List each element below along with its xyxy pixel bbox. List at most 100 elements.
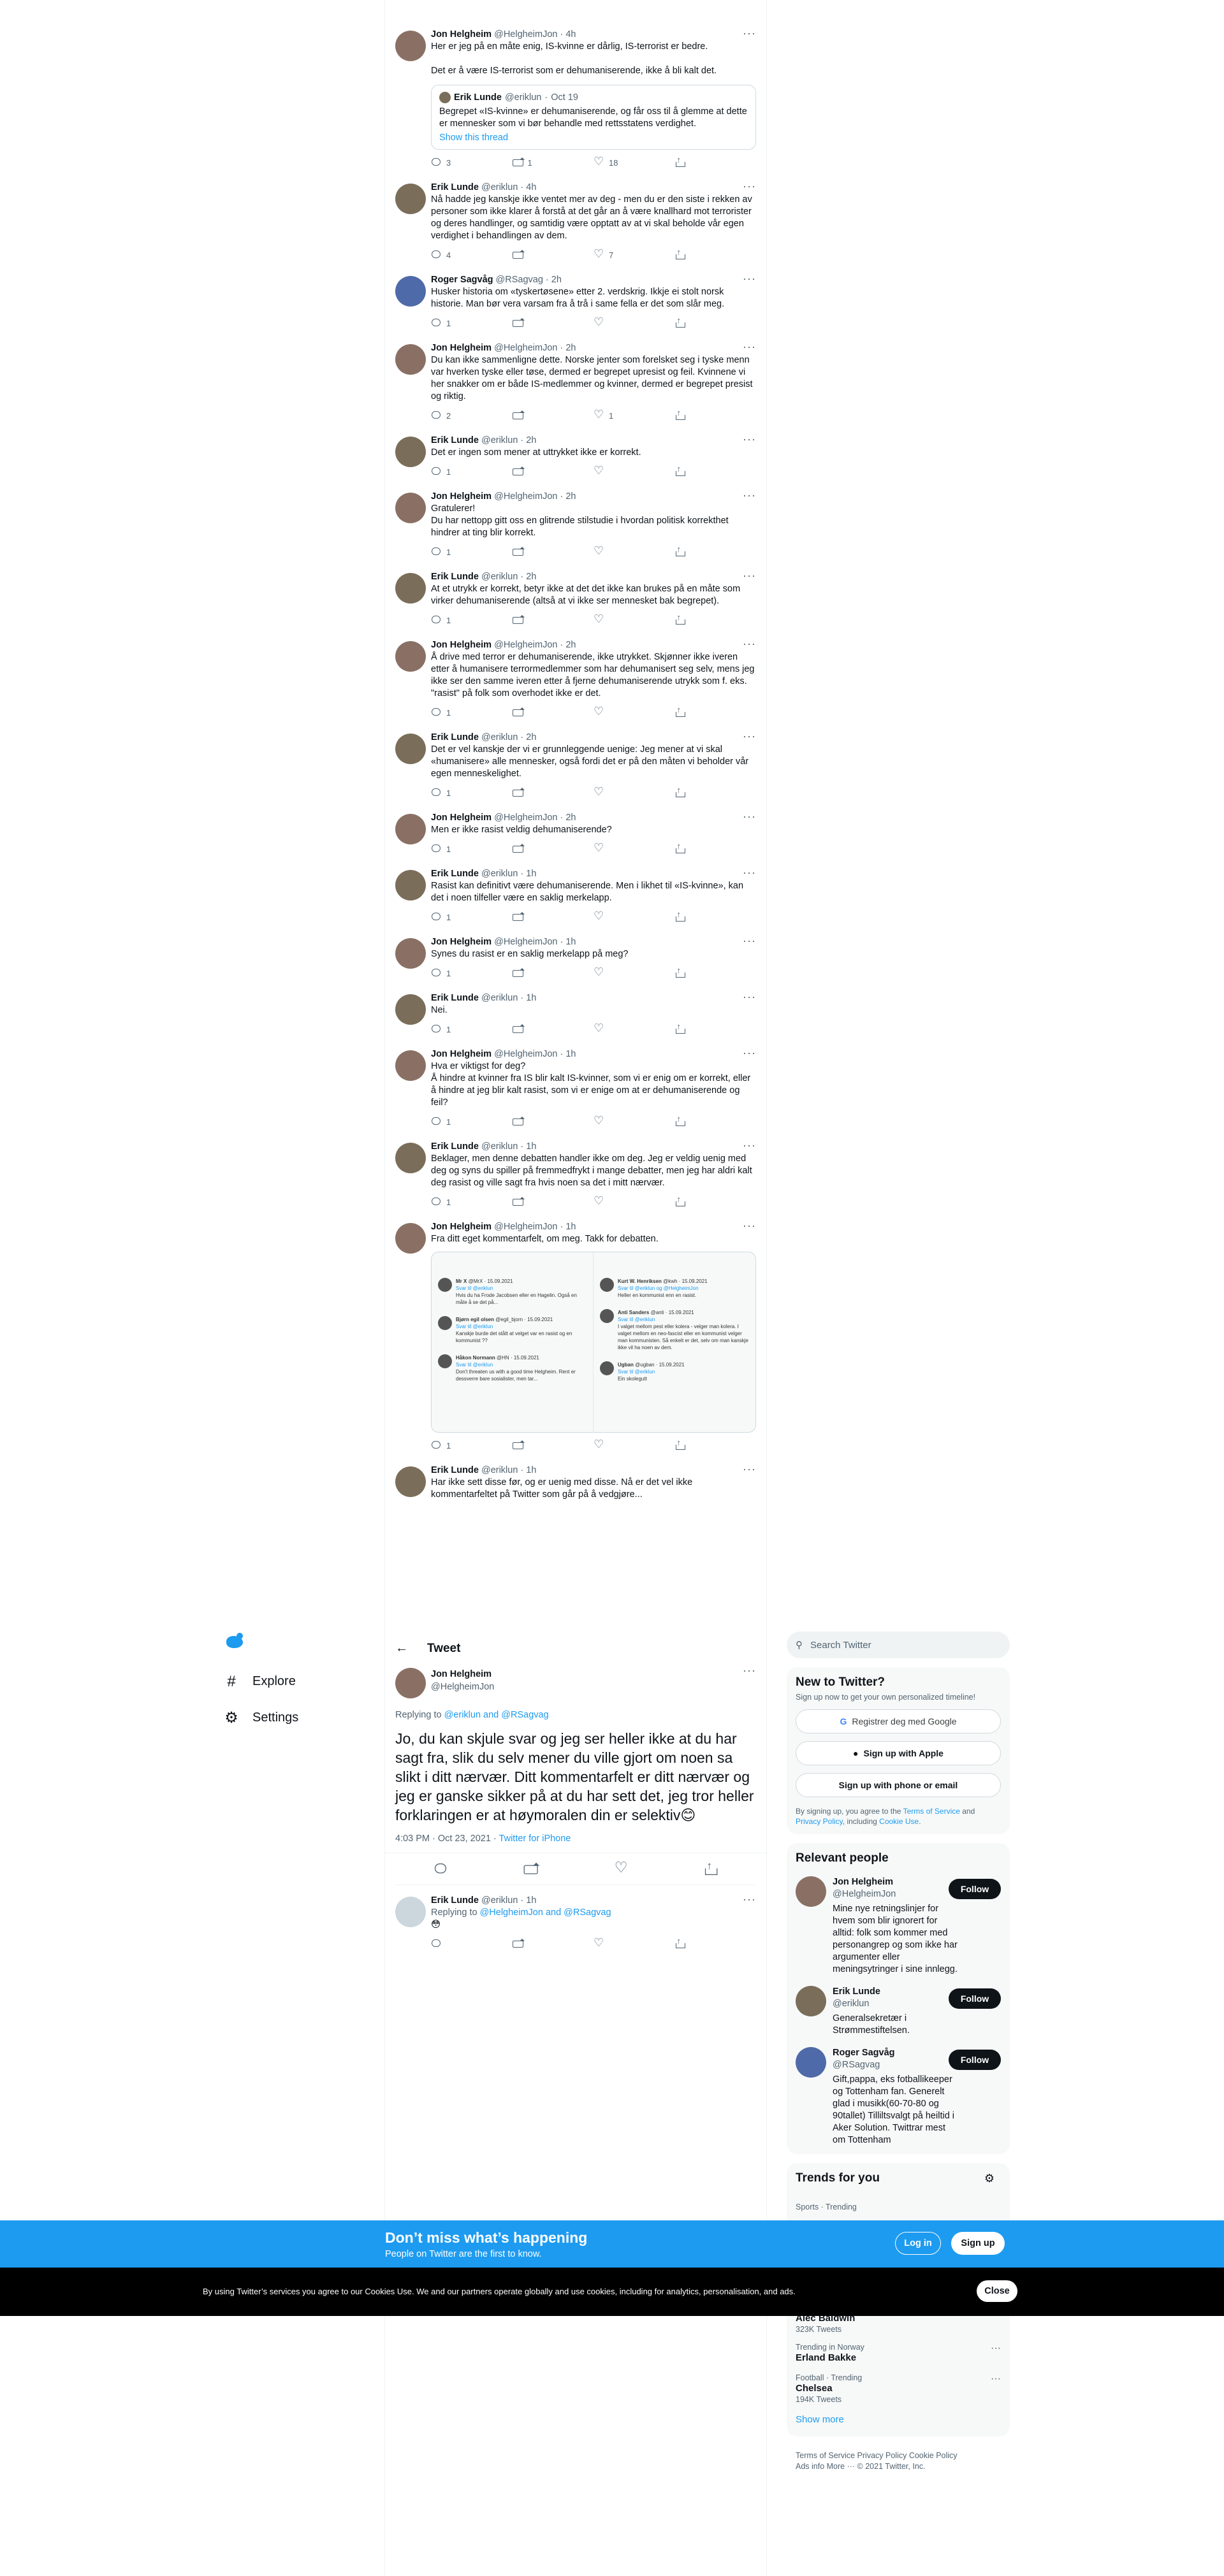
action-retweet[interactable] [512,707,594,718]
action-reply[interactable]: 3 [431,157,513,168]
retweet-icon[interactable] [512,1117,525,1127]
tweet[interactable]: ··· Jon Helgheim @HelgheimJon · 1h Synes d… [385,935,766,980]
like-icon[interactable] [594,465,604,477]
like-icon[interactable] [614,1860,627,1876]
share-icon[interactable] [675,464,685,477]
action-share[interactable] [675,464,757,477]
share-icon[interactable] [675,705,685,718]
action-reply[interactable]: 1 [431,547,513,557]
reply-icon[interactable] [431,157,441,168]
like-icon[interactable] [594,1115,604,1127]
share-icon[interactable] [704,1859,718,1876]
action-retweet[interactable] [512,844,594,854]
more-options-icon[interactable]: ··· [743,1893,756,1905]
action-retweet[interactable] [512,1024,594,1034]
reply-icon[interactable] [431,707,441,718]
avatar[interactable] [395,31,426,61]
like-icon[interactable] [594,1937,604,1950]
reply-icon[interactable] [431,615,441,625]
action-share[interactable] [675,315,757,328]
action-like[interactable] [594,786,675,799]
avatar[interactable] [395,734,426,764]
more-options-icon[interactable]: ··· [743,1220,756,1231]
trend-item[interactable]: Football · Trending Chelsea 194K Tweets ··· [796,2373,1001,2404]
action-retweet[interactable] [512,615,594,625]
action-share[interactable] [675,966,757,978]
reply-icon[interactable] [431,318,441,328]
like-icon[interactable] [594,1438,604,1451]
reply-icon[interactable] [431,467,441,477]
like-icon[interactable] [594,156,604,168]
avatar[interactable] [395,1143,426,1173]
reply-tweet[interactable]: ··· Erik Lunde @eriklun · 1h Replying to… [385,1893,766,1950]
action-like[interactable] [594,1195,675,1208]
more-options-icon[interactable]: ··· [743,180,756,192]
retweet-icon[interactable] [512,157,525,168]
login-button[interactable]: Log in [895,2232,941,2255]
avatar[interactable] [395,437,426,467]
terms-link[interactable]: Terms of Service [903,1807,960,1816]
retweet-icon[interactable] [512,547,525,557]
action-like[interactable] [594,966,675,979]
retweet-icon[interactable] [512,788,525,798]
reply-icon[interactable] [431,547,441,557]
action-retweet[interactable] [512,912,594,922]
avatar[interactable] [395,1897,426,1927]
retweet-icon[interactable] [512,410,525,421]
avatar[interactable] [395,1466,426,1497]
action-reply[interactable]: 1 [431,968,513,978]
action-reply[interactable]: 2 [431,410,513,421]
action-like[interactable] [594,316,675,329]
like-icon[interactable] [594,910,604,923]
reply-icon[interactable] [431,844,441,854]
share-icon[interactable] [675,315,685,328]
more-options-icon[interactable]: ··· [743,1140,756,1151]
tweet[interactable]: ··· Jon Helgheim @HelgheimJon · 4h Her er … [385,27,766,169]
cookie-close-button[interactable]: Close [977,2280,1017,2302]
more-options-icon[interactable]: ··· [743,273,756,284]
share-icon[interactable] [675,408,685,421]
tweet[interactable]: ··· Jon Helgheim @HelgheimJon · 2h Å drive… [385,638,766,719]
action-retweet[interactable] [512,410,594,421]
more-options-icon[interactable]: ··· [743,341,756,352]
action-share[interactable] [675,1022,757,1034]
avatar[interactable] [796,1876,826,1907]
action-reply[interactable]: 1 [431,707,513,718]
attached-screenshot[interactable]: Mr X @MrX · 15.09.2021 Svar til @eriklun H… [431,1252,756,1433]
tweet[interactable]: ··· Jon Helgheim @HelgheimJon · 1h Fra dit… [385,1220,766,1452]
more-options-icon[interactable]: ··· [743,638,756,649]
tweet[interactable]: ··· Erik Lunde @eriklun · 2h Det er ingen … [385,433,766,478]
avatar[interactable] [395,814,426,844]
action-reply[interactable]: 1 [431,1197,513,1207]
gear-icon[interactable]: ⚙ [984,2171,994,2186]
retweet-icon[interactable] [512,968,525,978]
tweet[interactable]: ··· Jon Helgheim @HelgheimJon · 2h Du kan … [385,341,766,422]
avatar[interactable] [395,184,426,214]
reply-icon[interactable] [431,788,441,798]
tweet[interactable]: ··· Jon Helgheim @HelgheimJon · 1h Hva er … [385,1047,766,1128]
back-arrow-icon[interactable]: ← [395,1641,408,1656]
tweet[interactable]: ··· Erik Lunde @eriklun · 1h Rasist kan de… [385,867,766,923]
share-icon[interactable] [675,247,685,260]
action-like[interactable]: 7 [594,248,675,261]
reply-icon[interactable] [431,1197,441,1207]
tweet[interactable]: ··· Erik Lunde @eriklun · 1h Har ikke sett… [385,1463,766,1501]
search-input[interactable]: ⚲ Search Twitter [787,1632,1010,1658]
retweet-icon[interactable] [512,467,525,477]
action-share[interactable] [675,1114,757,1127]
signup-button[interactable]: Sign up [951,2232,1005,2255]
reply-icon[interactable] [431,1024,441,1034]
reply-icon[interactable] [431,250,441,260]
tweet-source-link[interactable]: Twitter for iPhone [499,1834,571,1844]
relevant-person[interactable]: Erik Lunde @eriklun Generalsekretær i Strø… [796,1986,1001,2037]
show-thread-link[interactable]: Show this thread [439,133,748,143]
action-like[interactable] [594,1115,675,1127]
action-reply[interactable]: 1 [431,615,513,625]
more-options-icon[interactable]: ··· [743,1665,756,1676]
nav-explore[interactable]: # Explore [223,1663,298,1700]
like-icon[interactable] [594,706,604,718]
action-like[interactable] [594,910,675,923]
action-like[interactable] [594,1438,675,1451]
avatar[interactable] [395,938,426,969]
action-reply[interactable]: 1 [431,1024,513,1034]
